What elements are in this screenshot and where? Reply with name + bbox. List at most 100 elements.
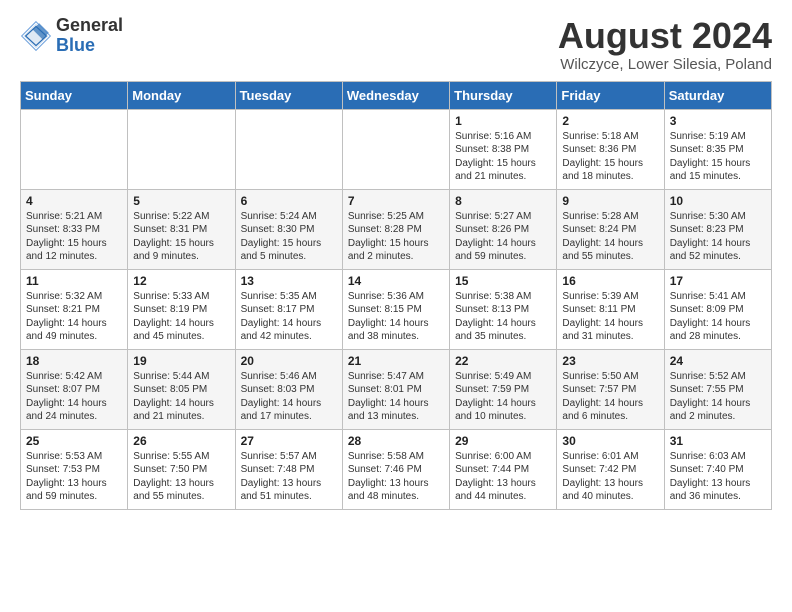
day-number: 29 bbox=[455, 434, 551, 448]
day-number: 7 bbox=[348, 194, 444, 208]
day-info: Sunrise: 5:46 AM Sunset: 8:03 PM Dayligh… bbox=[241, 371, 322, 423]
table-row: 22 Sunrise: 5:49 AM Sunset: 7:59 PM Dayli… bbox=[450, 349, 557, 429]
day-number: 8 bbox=[455, 194, 551, 208]
table-row: 10Sunrise: 5:30 AM Sunset: 8:23 PM Dayli… bbox=[664, 189, 771, 269]
table-row: 9Sunrise: 5:28 AM Sunset: 8:24 PM Daylig… bbox=[557, 189, 664, 269]
header: General Blue August 2024 Wilczyce, Lower… bbox=[20, 16, 772, 73]
day-info: Sunrise: 5:53 AM Sunset: 7:53 PM Dayligh… bbox=[26, 451, 107, 503]
day-number: 20 bbox=[241, 354, 337, 368]
table-row: 14 Sunrise: 5:36 AM Sunset: 8:15 PM Dayli… bbox=[342, 269, 449, 349]
calendar-week-4: 18Sunrise: 5:42 AM Sunset: 8:07 PM Dayli… bbox=[21, 349, 772, 429]
day-number: 28 bbox=[348, 434, 444, 448]
day-info: Sunrise: 5:55 AM Sunset: 7:50 PM Dayligh… bbox=[133, 451, 214, 503]
day-number: 2 bbox=[562, 114, 658, 128]
table-row bbox=[128, 109, 235, 189]
col-monday: Monday bbox=[128, 81, 235, 109]
logo-general-text: General bbox=[56, 16, 123, 36]
day-number: 27 bbox=[241, 434, 337, 448]
table-row: 12Sunrise: 5:33 AM Sunset: 8:19 PM Dayli… bbox=[128, 269, 235, 349]
table-row bbox=[235, 109, 342, 189]
table-row: 13 Sunrise: 5:35 AM Sunset: 8:17 PM Dayli… bbox=[235, 269, 342, 349]
day-number: 21 bbox=[348, 354, 444, 368]
table-row: 30Sunrise: 6:01 AM Sunset: 7:42 PM Dayli… bbox=[557, 429, 664, 509]
day-info: Sunrise: 5:22 AM Sunset: 8:31 PM Dayligh… bbox=[133, 211, 214, 263]
col-wednesday: Wednesday bbox=[342, 81, 449, 109]
day-number: 1 bbox=[455, 114, 551, 128]
calendar-header-row: Sunday Monday Tuesday Wednesday Thursday… bbox=[21, 81, 772, 109]
table-row: 1 Sunrise: 5:16 AM Sunset: 8:38 PM Daylig… bbox=[450, 109, 557, 189]
table-row: 26 Sunrise: 5:55 AM Sunset: 7:50 PM Dayli… bbox=[128, 429, 235, 509]
day-number: 26 bbox=[133, 434, 229, 448]
day-info: Sunrise: 6:00 AM Sunset: 7:44 PM Dayligh… bbox=[455, 451, 536, 503]
logo-icon bbox=[20, 20, 52, 52]
title-block: August 2024 Wilczyce, Lower Silesia, Pol… bbox=[558, 16, 772, 73]
day-info: Sunrise: 6:01 AM Sunset: 7:42 PM Dayligh… bbox=[562, 451, 643, 503]
calendar-table: Sunday Monday Tuesday Wednesday Thursday… bbox=[20, 81, 772, 510]
table-row: 11Sunrise: 5:32 AM Sunset: 8:21 PM Dayli… bbox=[21, 269, 128, 349]
logo-blue-text: Blue bbox=[56, 36, 123, 56]
page: General Blue August 2024 Wilczyce, Lower… bbox=[0, 0, 792, 526]
day-info: Sunrise: 5:19 AM Sunset: 8:35 PM Dayligh… bbox=[670, 131, 751, 183]
day-info: Sunrise: 5:21 AM Sunset: 8:33 PM Dayligh… bbox=[26, 211, 107, 263]
location: Wilczyce, Lower Silesia, Poland bbox=[558, 56, 772, 73]
month-title: August 2024 bbox=[558, 16, 772, 56]
day-info: Sunrise: 5:27 AM Sunset: 8:26 PM Dayligh… bbox=[455, 211, 536, 263]
day-number: 5 bbox=[133, 194, 229, 208]
day-info: Sunrise: 5:35 AM Sunset: 8:17 PM Dayligh… bbox=[241, 291, 322, 343]
table-row: 18Sunrise: 5:42 AM Sunset: 8:07 PM Dayli… bbox=[21, 349, 128, 429]
day-info: Sunrise: 5:38 AM Sunset: 8:13 PM Dayligh… bbox=[455, 291, 536, 343]
table-row: 23 Sunrise: 5:50 AM Sunset: 7:57 PM Dayli… bbox=[557, 349, 664, 429]
day-number: 24 bbox=[670, 354, 766, 368]
day-info: Sunrise: 5:58 AM Sunset: 7:46 PM Dayligh… bbox=[348, 451, 429, 503]
day-number: 12 bbox=[133, 274, 229, 288]
table-row: 17 Sunrise: 5:41 AM Sunset: 8:09 PM Dayli… bbox=[664, 269, 771, 349]
day-info: Sunrise: 5:50 AM Sunset: 7:57 PM Dayligh… bbox=[562, 371, 643, 423]
day-number: 19 bbox=[133, 354, 229, 368]
day-info: Sunrise: 5:39 AM Sunset: 8:11 PM Dayligh… bbox=[562, 291, 643, 343]
col-saturday: Saturday bbox=[664, 81, 771, 109]
day-number: 15 bbox=[455, 274, 551, 288]
day-number: 17 bbox=[670, 274, 766, 288]
day-number: 4 bbox=[26, 194, 122, 208]
day-number: 16 bbox=[562, 274, 658, 288]
day-info: Sunrise: 5:52 AM Sunset: 7:55 PM Dayligh… bbox=[670, 371, 751, 423]
table-row bbox=[21, 109, 128, 189]
table-row: 2 Sunrise: 5:18 AM Sunset: 8:36 PM Daylig… bbox=[557, 109, 664, 189]
table-row bbox=[342, 109, 449, 189]
day-info: Sunrise: 5:25 AM Sunset: 8:28 PM Dayligh… bbox=[348, 211, 429, 263]
day-info: Sunrise: 5:41 AM Sunset: 8:09 PM Dayligh… bbox=[670, 291, 751, 343]
table-row: 29 Sunrise: 6:00 AM Sunset: 7:44 PM Dayli… bbox=[450, 429, 557, 509]
table-row: 5 Sunrise: 5:22 AM Sunset: 8:31 PM Daylig… bbox=[128, 189, 235, 269]
day-number: 14 bbox=[348, 274, 444, 288]
table-row: 28 Sunrise: 5:58 AM Sunset: 7:46 PM Dayli… bbox=[342, 429, 449, 509]
calendar-week-1: 1 Sunrise: 5:16 AM Sunset: 8:38 PM Daylig… bbox=[21, 109, 772, 189]
day-info: Sunrise: 5:18 AM Sunset: 8:36 PM Dayligh… bbox=[562, 131, 643, 183]
day-number: 6 bbox=[241, 194, 337, 208]
col-sunday: Sunday bbox=[21, 81, 128, 109]
calendar-week-2: 4 Sunrise: 5:21 AM Sunset: 8:33 PM Daylig… bbox=[21, 189, 772, 269]
day-number: 25 bbox=[26, 434, 122, 448]
table-row: 16 Sunrise: 5:39 AM Sunset: 8:11 PM Dayli… bbox=[557, 269, 664, 349]
table-row: 19 Sunrise: 5:44 AM Sunset: 8:05 PM Dayli… bbox=[128, 349, 235, 429]
day-info: Sunrise: 5:44 AM Sunset: 8:05 PM Dayligh… bbox=[133, 371, 214, 423]
table-row: 6Sunrise: 5:24 AM Sunset: 8:30 PM Daylig… bbox=[235, 189, 342, 269]
day-info: Sunrise: 5:16 AM Sunset: 8:38 PM Dayligh… bbox=[455, 131, 536, 183]
table-row: 3 Sunrise: 5:19 AM Sunset: 8:35 PM Daylig… bbox=[664, 109, 771, 189]
logo-text: General Blue bbox=[56, 16, 123, 56]
day-number: 22 bbox=[455, 354, 551, 368]
day-number: 31 bbox=[670, 434, 766, 448]
day-number: 3 bbox=[670, 114, 766, 128]
day-info: Sunrise: 5:36 AM Sunset: 8:15 PM Dayligh… bbox=[348, 291, 429, 343]
table-row: 24 Sunrise: 5:52 AM Sunset: 7:55 PM Dayli… bbox=[664, 349, 771, 429]
calendar-week-5: 25 Sunrise: 5:53 AM Sunset: 7:53 PM Dayli… bbox=[21, 429, 772, 509]
calendar-week-3: 11Sunrise: 5:32 AM Sunset: 8:21 PM Dayli… bbox=[21, 269, 772, 349]
table-row: 25 Sunrise: 5:53 AM Sunset: 7:53 PM Dayli… bbox=[21, 429, 128, 509]
table-row: 20 Sunrise: 5:46 AM Sunset: 8:03 PM Dayli… bbox=[235, 349, 342, 429]
table-row: 15 Sunrise: 5:38 AM Sunset: 8:13 PM Dayli… bbox=[450, 269, 557, 349]
table-row: 21Sunrise: 5:47 AM Sunset: 8:01 PM Dayli… bbox=[342, 349, 449, 429]
day-info: Sunrise: 5:42 AM Sunset: 8:07 PM Dayligh… bbox=[26, 371, 107, 423]
day-info: Sunrise: 6:03 AM Sunset: 7:40 PM Dayligh… bbox=[670, 451, 751, 503]
day-info: Sunrise: 5:49 AM Sunset: 7:59 PM Dayligh… bbox=[455, 371, 536, 423]
day-number: 23 bbox=[562, 354, 658, 368]
day-number: 13 bbox=[241, 274, 337, 288]
